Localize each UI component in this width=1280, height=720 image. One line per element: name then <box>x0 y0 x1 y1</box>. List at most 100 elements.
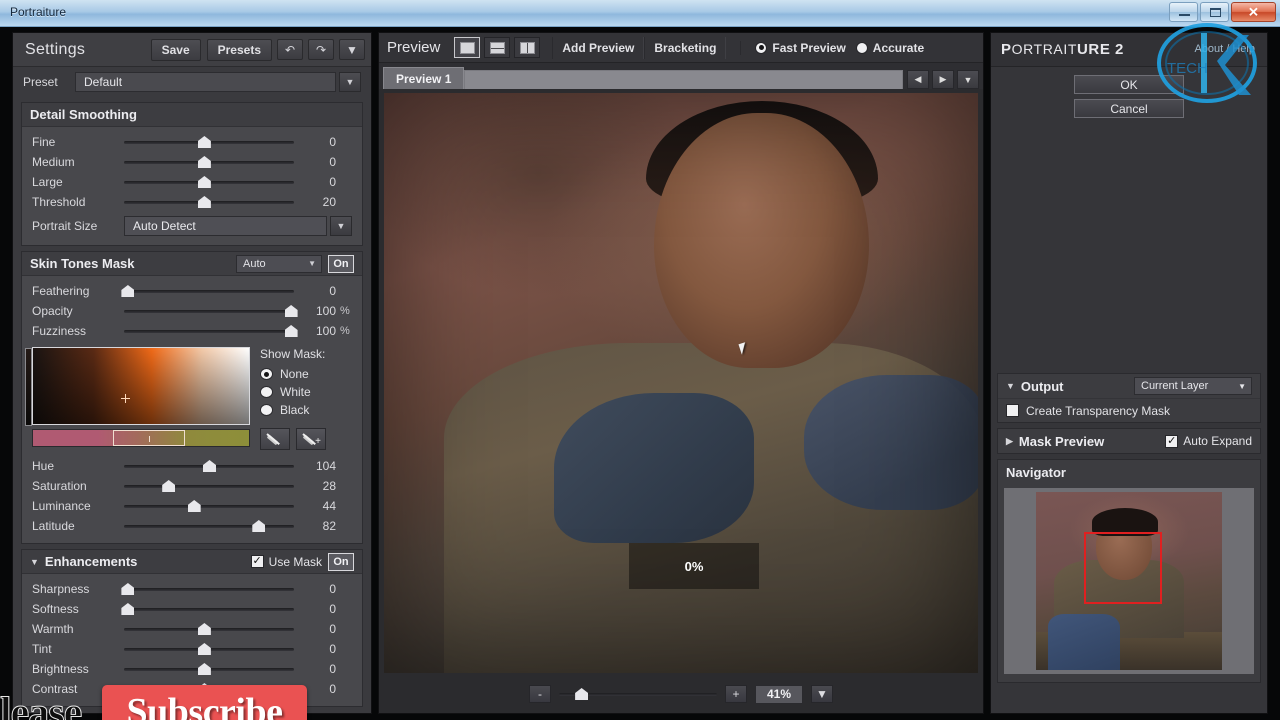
app-shell: Settings Save Presets ↶ ↷ ▼ Preset Defau… <box>0 23 1280 720</box>
slider-fine[interactable]: Fine 0 <box>22 132 362 152</box>
zoom-slider-track[interactable] <box>559 687 717 701</box>
slider-saturation-track[interactable] <box>124 479 294 493</box>
slider-luminance[interactable]: Luminance 44 <box>22 496 362 516</box>
progress-overlay: 0% <box>629 543 759 589</box>
slider-brightness-track[interactable] <box>124 662 294 676</box>
portrait-size-select[interactable]: Auto Detect <box>124 216 327 236</box>
radio-none-label: None <box>280 367 309 381</box>
slider-medium-track[interactable] <box>124 155 294 169</box>
slider-hue-track[interactable] <box>124 459 294 473</box>
slider-hue-label: Hue <box>32 459 55 473</box>
radio-accurate[interactable]: Accurate <box>855 41 924 55</box>
slider-threshold-label: Threshold <box>32 195 86 209</box>
slider-large-label: Large <box>32 175 63 189</box>
zoom-out-button[interactable]: - <box>529 685 551 703</box>
slider-hue[interactable]: Hue 104 <box>22 456 362 476</box>
skin-mask-toggle[interactable]: On <box>328 254 354 273</box>
radio-show-mask-black[interactable]: Black <box>260 401 352 419</box>
use-mask-checkbox[interactable]: ✓ Use Mask <box>250 555 322 569</box>
radio-show-mask-white[interactable]: White <box>260 383 352 401</box>
slider-latitude-track[interactable] <box>124 519 294 533</box>
add-preview-button[interactable]: Add Preview <box>552 36 645 59</box>
eyedropper-add-icon[interactable]: + <box>296 428 326 450</box>
saturation-value-box[interactable] <box>25 347 250 426</box>
single-view-icon[interactable] <box>454 37 481 58</box>
slider-opacity-track[interactable] <box>124 304 298 318</box>
slider-feathering-track[interactable] <box>121 284 294 298</box>
radio-fast-preview[interactable]: Fast Preview <box>755 41 846 55</box>
slider-threshold[interactable]: Threshold 20 <box>22 192 362 212</box>
slider-softness[interactable]: Softness 0 <box>22 599 362 619</box>
radio-white-icon <box>260 386 273 398</box>
slider-opacity[interactable]: Opacity 100 % <box>22 301 362 321</box>
slider-tint-track[interactable] <box>124 642 294 656</box>
presets-button[interactable]: Presets <box>206 38 272 61</box>
cancel-button[interactable]: Cancel <box>1074 99 1184 118</box>
redo-icon[interactable]: ↷ <box>308 39 334 60</box>
preset-dropdown-icon[interactable]: ▼ <box>339 72 361 92</box>
zoom-in-button[interactable]: + <box>725 685 747 703</box>
tab-menu-chevron-down-icon[interactable]: ▼ <box>957 70 979 89</box>
radio-show-mask-none[interactable]: None <box>260 365 352 383</box>
slider-latitude[interactable]: Latitude 82 <box>22 516 362 536</box>
slider-warmth[interactable]: Warmth 0 <box>22 619 362 639</box>
chevron-left-icon[interactable]: ◀ <box>907 70 929 89</box>
undo-icon[interactable]: ↶ <box>277 39 303 60</box>
output-target-select[interactable]: Current Layer ▼ <box>1134 377 1252 395</box>
slider-tint[interactable]: Tint 0 <box>22 639 362 659</box>
hue-selection-range[interactable] <box>113 430 185 446</box>
slider-softness-label: Softness <box>32 602 79 616</box>
enhancements-toggle[interactable]: On <box>328 552 354 571</box>
create-transparency-mask-checkbox[interactable]: ✓ Create Transparency Mask <box>998 398 1260 422</box>
section-navigator: Navigator <box>997 459 1261 683</box>
slider-sharpness[interactable]: Sharpness 0 <box>22 579 362 599</box>
maximize-button[interactable] <box>1200 2 1229 22</box>
slider-sharpness-track[interactable] <box>121 582 294 596</box>
portrait-size-dropdown-icon[interactable]: ▼ <box>330 216 352 236</box>
horizontal-split-icon[interactable] <box>484 37 511 58</box>
skin-mask-mode-select[interactable]: Auto ▼ <box>236 254 322 273</box>
slider-medium[interactable]: Medium 0 <box>22 152 362 172</box>
auto-expand-checkbox[interactable]: ✓ Auto Expand <box>1165 434 1252 448</box>
vertical-split-icon[interactable] <box>514 37 541 58</box>
preset-select[interactable]: Default <box>75 72 336 92</box>
slider-fuzziness-track[interactable] <box>124 324 298 338</box>
slider-warmth-track[interactable] <box>124 622 294 636</box>
slider-luminance-track[interactable] <box>124 499 294 513</box>
slider-saturation[interactable]: Saturation 28 <box>22 476 362 496</box>
save-button[interactable]: Save <box>150 38 201 61</box>
value-strip[interactable] <box>25 348 32 426</box>
preview-title: Preview <box>387 39 441 56</box>
chevron-right-icon[interactable]: ▶ <box>932 70 954 89</box>
slider-threshold-track[interactable] <box>124 195 294 209</box>
navigator-viewport-rectangle[interactable] <box>1084 532 1162 604</box>
slider-saturation-label: Saturation <box>32 479 87 493</box>
preview-canvas[interactable]: 0% <box>384 93 978 673</box>
triangle-down-icon[interactable]: ▼ <box>1006 381 1015 391</box>
bracketing-button[interactable]: Bracketing <box>644 36 727 59</box>
slider-opacity-value: 100 <box>315 304 336 318</box>
navigator-image[interactable] <box>1036 492 1222 670</box>
slider-fine-track[interactable] <box>124 135 294 149</box>
about-help-link[interactable]: About / Help <box>1194 43 1255 55</box>
slider-feathering[interactable]: Feathering 0 <box>22 281 362 301</box>
ok-button[interactable]: OK <box>1074 75 1184 94</box>
tab-preview-1[interactable]: Preview 1 <box>383 67 465 89</box>
triangle-right-icon[interactable]: ▶ <box>1006 436 1013 447</box>
settings-menu-icon[interactable]: ▼ <box>339 39 365 60</box>
zoom-menu-chevron-down-icon[interactable]: ▼ <box>811 685 833 703</box>
eyedropper-icon[interactable] <box>260 428 290 450</box>
zoom-level-value[interactable]: 41% <box>755 684 803 704</box>
slider-large[interactable]: Large 0 <box>22 172 362 192</box>
hue-strip[interactable] <box>32 429 250 447</box>
slider-softness-track[interactable] <box>121 602 294 616</box>
preview-quality-group: Fast Preview Accurate <box>740 40 924 55</box>
slider-brightness[interactable]: Brightness 0 <box>22 659 362 679</box>
output-header: ▼ Output Current Layer ▼ <box>998 374 1260 398</box>
slider-large-track[interactable] <box>124 175 294 189</box>
triangle-down-icon[interactable]: ▼ <box>30 557 39 567</box>
navigator-thumbnail[interactable] <box>1004 488 1254 674</box>
close-button[interactable]: ✕ <box>1231 2 1276 22</box>
minimize-button[interactable] <box>1169 2 1198 22</box>
slider-fuzziness[interactable]: Fuzziness 100 % <box>22 321 362 341</box>
